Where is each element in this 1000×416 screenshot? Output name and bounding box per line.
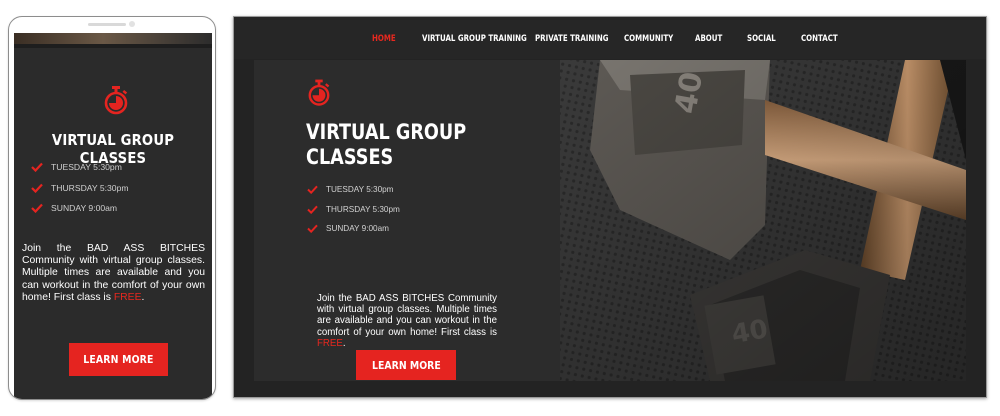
mobile-screen: VIRTUAL GROUP CLASSES TUESDAY 5:30pm THU… [14, 33, 212, 399]
checkmark-icon [31, 183, 43, 193]
schedule-time: THURSDAY 5:30pm [51, 182, 129, 193]
checkmark-icon [307, 185, 318, 195]
description-end: . [141, 291, 145, 303]
nav-item-social[interactable]: SOCIAL [747, 33, 776, 43]
phone-speaker [88, 23, 126, 26]
phone-camera [129, 21, 135, 27]
free-highlight: FREE [317, 337, 343, 349]
list-item: THURSDAY 5:30pm [307, 200, 400, 220]
hero-dumbbell-image: 40 40 [560, 60, 966, 381]
mobile-hero-divider [14, 44, 212, 48]
schedule-time: SUNDAY 9:00am [326, 224, 389, 234]
main-navigation: HOME VIRTUAL GROUP TRAINING PRIVATE TRAI… [234, 17, 986, 59]
mobile-hero-image [14, 33, 212, 44]
stopwatch-icon [104, 86, 128, 115]
nav-item-home[interactable]: HOME [372, 33, 396, 43]
title-line-2: CLASSES [306, 145, 394, 169]
checkmark-icon [31, 163, 43, 173]
description-text: Join the BAD ASS BITCHES Community with … [317, 293, 497, 338]
button-label: LEARN MORE [83, 353, 154, 366]
list-item: THURSDAY 5:30pm [31, 178, 129, 199]
nav-item-community[interactable]: COMMUNITY [624, 33, 673, 43]
mobile-description: Join the BAD ASS BITCHES Community with … [22, 243, 205, 304]
schedule-time: SUNDAY 9:00am [51, 203, 118, 214]
nav-item-virtual-group-training[interactable]: VIRTUAL GROUP TRAINING [422, 33, 527, 43]
schedule-list: TUESDAY 5:30pm THURSDAY 5:30pm SUNDAY 9:… [307, 180, 400, 239]
checkmark-icon [307, 205, 318, 214]
button-label: LEARN MORE [371, 358, 441, 372]
schedule-time: TUESDAY 5:30pm [51, 162, 122, 173]
schedule-time: TUESDAY 5:30pm [326, 185, 394, 195]
stopwatch-icon [308, 79, 330, 106]
checkmark-icon [307, 224, 318, 234]
free-highlight: FREE [113, 291, 142, 303]
mobile-preview-frame: VIRTUAL GROUP CLASSES TUESDAY 5:30pm THU… [8, 16, 216, 400]
list-item: TUESDAY 5:30pm [31, 157, 129, 178]
checkmark-icon [31, 204, 43, 214]
schedule-time: THURSDAY 5:30pm [326, 204, 400, 214]
page-title: VIRTUAL GROUP CLASSES [306, 120, 474, 170]
mobile-learn-more-button[interactable]: LEARN MORE [69, 343, 168, 376]
list-item: SUNDAY 9:00am [31, 198, 129, 219]
nav-item-private-training[interactable]: PRIVATE TRAINING [535, 33, 609, 43]
desktop-preview-frame: HOME VIRTUAL GROUP TRAINING PRIVATE TRAI… [233, 16, 987, 398]
list-item: TUESDAY 5:30pm [307, 180, 400, 200]
description-end: . [342, 337, 346, 349]
list-item: SUNDAY 9:00am [307, 219, 400, 239]
nav-item-contact[interactable]: CONTACT [801, 33, 838, 43]
title-line-1: VIRTUAL GROUP [306, 120, 467, 144]
learn-more-button[interactable]: LEARN MORE [356, 350, 456, 380]
description: Join the BAD ASS BITCHES Community with … [317, 293, 497, 349]
mobile-schedule-list: TUESDAY 5:30pm THURSDAY 5:30pm SUNDAY 9:… [31, 157, 129, 219]
nav-item-about[interactable]: ABOUT [695, 33, 722, 43]
classes-panel: VIRTUAL GROUP CLASSES TUESDAY 5:30pm THU… [254, 60, 560, 381]
